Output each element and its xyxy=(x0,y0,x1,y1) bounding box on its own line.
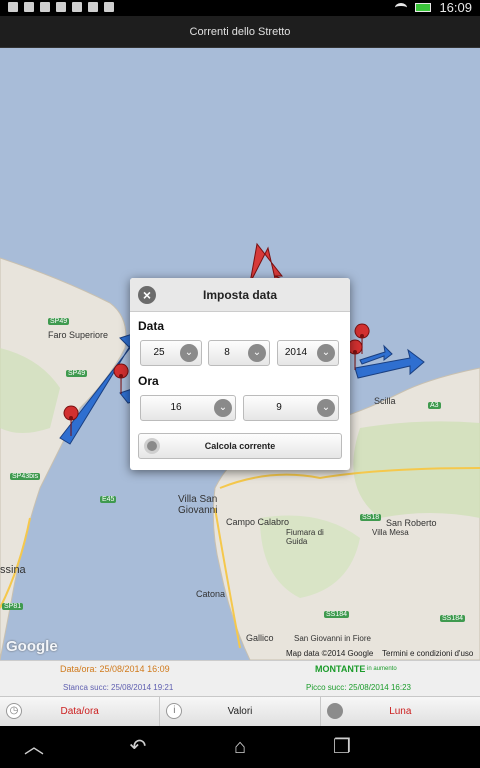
notification-icon xyxy=(8,2,18,12)
town-label: ssina xyxy=(0,564,26,576)
next-peak: Picco succ: 25/08/2014 16:23 xyxy=(306,683,411,692)
calculate-current-label: Calcola corrente xyxy=(204,441,276,451)
app-title-bar: Correnti dello Stretto xyxy=(0,16,480,48)
day-select[interactable]: 25 ⌄ xyxy=(140,340,202,366)
road-badge: SS18 xyxy=(360,514,382,521)
calculate-current-button[interactable]: Calcola corrente xyxy=(138,433,342,459)
town-label: Gallico xyxy=(246,633,274,643)
town-label: Campo Calabro xyxy=(226,517,290,527)
tab-label: Data/ora xyxy=(60,706,99,717)
notification-icons xyxy=(8,2,114,12)
system-nav-bar: ︿ ↶ ⌂ ❐ xyxy=(0,726,480,768)
month-value: 8 xyxy=(224,347,230,358)
status-bar: 16:09 xyxy=(0,0,480,16)
chevron-down-icon: ⌄ xyxy=(317,344,335,362)
town-label: Faro Superiore xyxy=(48,330,109,340)
collapse-icon[interactable]: ︿ xyxy=(18,734,50,760)
chevron-down-icon: ⌄ xyxy=(180,344,198,362)
dialog-title: Imposta data xyxy=(202,288,277,302)
notification-icon xyxy=(88,2,98,12)
road-badge: SP81 xyxy=(2,603,24,610)
minute-value: 9 xyxy=(276,402,282,413)
year-value: 2014 xyxy=(284,347,308,358)
current-trend: in aumento xyxy=(367,666,397,672)
notification-icon xyxy=(56,2,66,12)
info-panel: Data/ora: 25/08/2014 16:09 Stanca succ: … xyxy=(0,660,480,696)
road-badge: A3 xyxy=(428,402,441,409)
chevron-down-icon: ⌄ xyxy=(214,399,232,417)
home-icon[interactable]: ⌂ xyxy=(224,734,256,760)
town-label: Villa San Giovanni xyxy=(178,494,218,516)
road-badge: SP49 xyxy=(48,318,70,325)
back-icon[interactable]: ↶ xyxy=(122,734,154,760)
hour-select[interactable]: 16 ⌄ xyxy=(140,395,236,421)
month-select[interactable]: 8 ⌄ xyxy=(208,340,270,366)
road-badge: SP43bis xyxy=(10,473,41,480)
app-title: Correnti dello Stretto xyxy=(189,26,291,38)
hour-value: 16 xyxy=(170,402,182,413)
current-direction: MONTANTE xyxy=(315,664,366,674)
wifi-icon xyxy=(395,3,408,12)
map-marker[interactable] xyxy=(347,339,363,371)
road-badge: SP49 xyxy=(66,370,88,377)
road-badge: E45 xyxy=(100,496,117,503)
road-badge: SS184 xyxy=(440,615,466,622)
status-right: 16:09 xyxy=(395,0,472,15)
chevron-down-icon: ⌄ xyxy=(248,344,266,362)
chevron-down-icon: ⌄ xyxy=(317,399,335,417)
town-label: San Roberto xyxy=(386,518,437,528)
dialog-header: × Imposta data xyxy=(130,278,350,312)
battery-icon xyxy=(415,3,432,12)
notification-icon xyxy=(72,2,82,12)
day-value: 25 xyxy=(153,347,165,358)
tab-label: Luna xyxy=(389,706,412,717)
bottom-tab-bar: ◷ Data/ora i Valori Luna xyxy=(0,696,480,727)
date-label: Data xyxy=(138,319,165,333)
town-label: San Giovanni in Fiore xyxy=(294,634,371,643)
set-date-dialog: × Imposta data Data 25 ⌄ 8 ⌄ 2014 ⌄ Ora … xyxy=(130,278,350,470)
clock: 16:09 xyxy=(439,0,472,15)
town-label: Fiumara di Guida xyxy=(286,528,324,546)
town-label: Scilla xyxy=(374,396,396,406)
next-slack: Stanca succ: 25/08/2014 19:21 xyxy=(63,683,174,692)
recent-apps-icon[interactable]: ❐ xyxy=(326,734,358,760)
current-datetime: Data/ora: 25/08/2014 16:09 xyxy=(60,664,170,674)
map-marker[interactable] xyxy=(113,363,129,395)
road-badge: SS184 xyxy=(324,611,350,618)
tab-luna[interactable]: Luna xyxy=(321,697,480,727)
tab-data-ora[interactable]: ◷ Data/ora xyxy=(0,697,161,727)
town-label: Villa Mesa xyxy=(372,528,409,537)
google-logo: Google xyxy=(6,638,58,655)
map-credit: Map data ©2014 Google xyxy=(286,649,374,658)
time-label: Ora xyxy=(138,374,159,388)
minute-select[interactable]: 9 ⌄ xyxy=(243,395,339,421)
tab-valori[interactable]: i Valori xyxy=(160,697,321,727)
notification-icon xyxy=(40,2,50,12)
notification-icon xyxy=(104,2,114,12)
town-label: Catona xyxy=(196,589,226,599)
tab-label: Valori xyxy=(227,706,253,717)
notification-icon xyxy=(24,2,34,12)
map-terms-link[interactable]: Termini e condizioni d'uso xyxy=(382,649,473,658)
year-select[interactable]: 2014 ⌄ xyxy=(277,340,339,366)
